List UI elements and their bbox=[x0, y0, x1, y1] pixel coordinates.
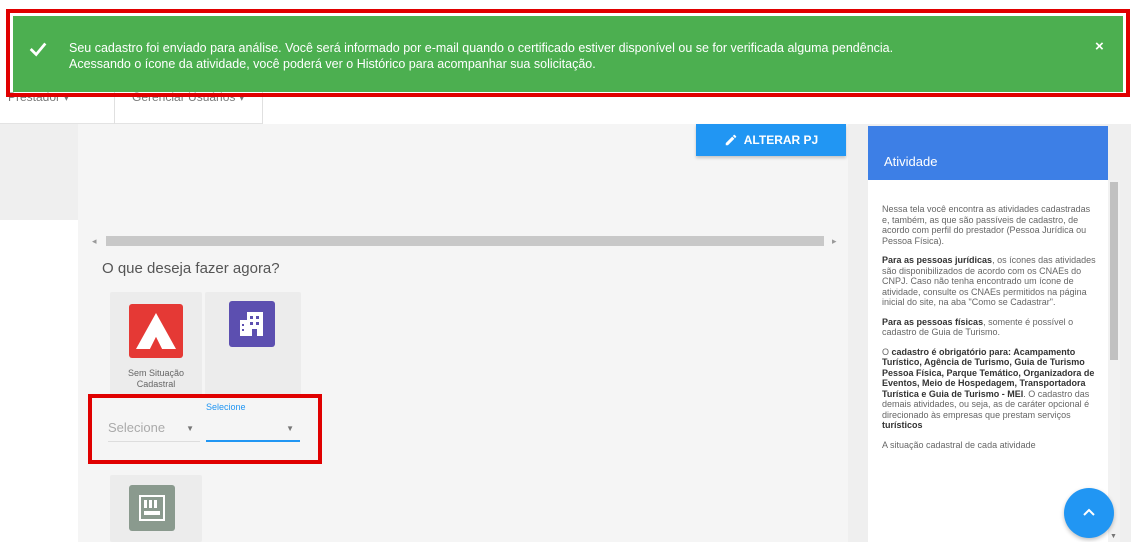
guide-icon bbox=[129, 485, 175, 531]
highlight-box-selects bbox=[88, 394, 322, 464]
card-label: Sem Situação Cadastral bbox=[127, 368, 185, 389]
alterar-pj-button[interactable]: ALTERAR PJ bbox=[696, 124, 846, 156]
activity-card-hospedagem[interactable] bbox=[205, 292, 301, 396]
chevron-up-icon bbox=[1083, 508, 1095, 516]
scroll-down-icon[interactable]: ▼ bbox=[1110, 533, 1117, 540]
activity-card-acampamento[interactable]: Sem Situação Cadastral bbox=[110, 292, 202, 396]
scroll-to-top-button[interactable] bbox=[1064, 488, 1114, 538]
side-panel-body: Nessa tela você encontra as atividades c… bbox=[868, 180, 1108, 542]
side-paragraph: Nessa tela você encontra as atividades c… bbox=[882, 204, 1091, 246]
activity-card-guia[interactable] bbox=[110, 475, 202, 542]
scrollbar-thumb[interactable] bbox=[106, 236, 824, 246]
highlight-box-notification bbox=[6, 9, 1130, 97]
side-paragraph: Para as pessoas jurídicas, os ícones das… bbox=[882, 255, 1096, 307]
hotel-icon bbox=[229, 301, 275, 347]
question-heading: O que deseja fazer agora? bbox=[102, 260, 280, 277]
scrollbar-thumb[interactable] bbox=[1110, 182, 1118, 360]
side-paragraph: O cadastro é obrigatório para: Acampamen… bbox=[882, 346, 1095, 431]
scroll-left-icon[interactable]: ◂ bbox=[92, 236, 97, 247]
tent-icon bbox=[129, 304, 183, 358]
side-paragraph: A situação cadastral de cada atividade bbox=[882, 439, 1036, 450]
pencil-icon bbox=[725, 134, 737, 146]
alterar-pj-label: ALTERAR PJ bbox=[743, 133, 819, 147]
vertical-scrollbar[interactable]: ▼ bbox=[1108, 180, 1120, 542]
side-paragraph: Para as pessoas físicas, somente é possí… bbox=[882, 316, 1074, 338]
side-panel-title: Atividade bbox=[868, 126, 1108, 180]
left-sidebar bbox=[0, 124, 78, 220]
horizontal-scrollbar[interactable]: ◂ ▸ bbox=[92, 234, 842, 248]
scroll-right-icon[interactable]: ▸ bbox=[832, 236, 837, 247]
